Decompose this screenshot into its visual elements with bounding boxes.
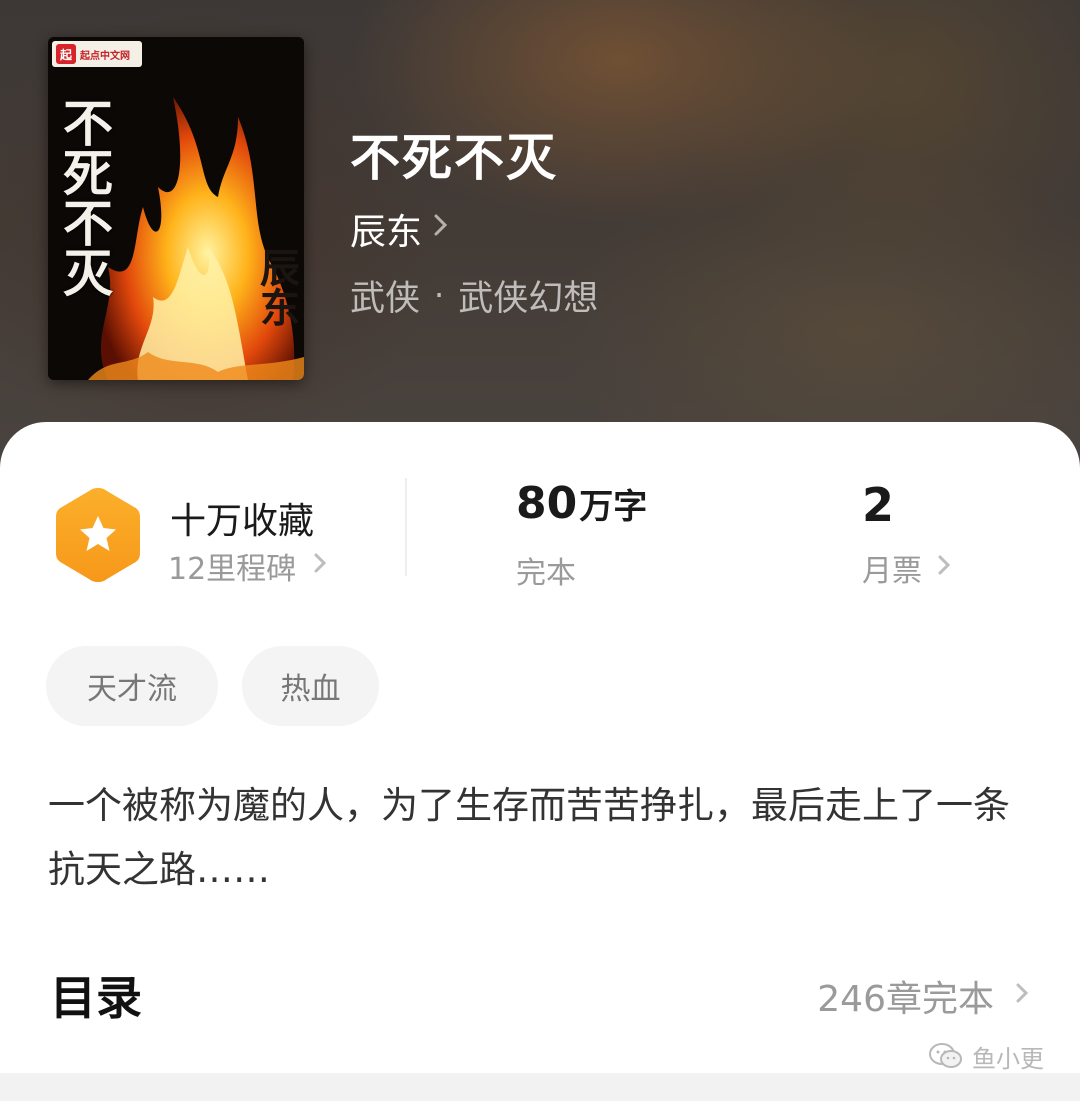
cover-title-text: 不死不灭 [55,97,114,297]
chevron-right-icon [312,549,328,584]
chevron-right-icon [936,551,952,586]
genre-row: 武侠 · 武侠幻想 [350,270,598,321]
publisher-name: 起点中文网 [80,50,130,62]
milestone-text: 12里程碑 [168,552,297,587]
chevron-right-icon [1014,978,1030,1015]
subgenre-label[interactable]: 武侠幻想 [458,270,598,321]
word-count-value: 80 万字 [516,478,647,534]
tag-chip[interactable]: 天才流 [46,646,218,726]
author-link[interactable]: 辰东 [350,206,450,253]
book-header: 起 起点中文网 不死不灭 辰东 不死不灭 辰东 武侠 · 武侠幻想 [0,0,1080,470]
wechat-icon [929,1043,962,1068]
completion-status: 完本 [516,556,576,591]
book-detail-card: 十万收藏 12里程碑 80 万字 完本 2 月票 天才流 热血 一个被称为魔的人… [0,422,1080,1073]
author-name: 辰东 [350,212,423,253]
monthly-tickets-link[interactable]: 月票 [862,544,952,592]
cover-author-text: 辰东 [253,247,300,327]
monthly-tickets-stat[interactable]: 2 月票 [862,478,1022,598]
genre-separator: · [434,276,445,314]
tag-chip[interactable]: 热血 [242,646,379,726]
book-description[interactable]: 一个被称为魔的人，为了生存而苦苦挣扎，最后走上了一条抗天之路…… [48,774,1038,902]
chapter-count: 246章完本 [817,979,994,1020]
word-count-unit: 万字 [579,487,648,527]
word-count-stat: 80 万字 完本 [516,478,736,598]
monthly-tickets-value: 2 [862,478,895,532]
catalog-link[interactable]: 246章完本 [817,970,1030,1022]
book-title: 不死不灭 [350,128,558,187]
chevron-right-icon [432,210,450,248]
monthly-tickets-label: 月票 [862,554,922,589]
stat-divider [405,478,407,576]
watermark-text: 鱼小更 [972,1044,1044,1073]
cover-publisher-badge: 起 起点中文网 [52,41,142,67]
publisher-logo-icon: 起 [56,44,76,64]
catalog-title: 目录 [50,971,142,1025]
genre-label[interactable]: 武侠 [350,270,420,321]
milestone-link[interactable]: 12里程碑 [168,542,328,590]
word-count-number: 80 [516,478,578,529]
book-cover[interactable]: 起 起点中文网 不死不灭 辰东 [48,37,304,380]
watermark: 鱼小更 [928,1036,1044,1076]
star-hexagon-icon [56,488,140,582]
collect-stat[interactable]: 十万收藏 12里程碑 [52,484,352,594]
collect-label: 十万收藏 [170,501,315,542]
